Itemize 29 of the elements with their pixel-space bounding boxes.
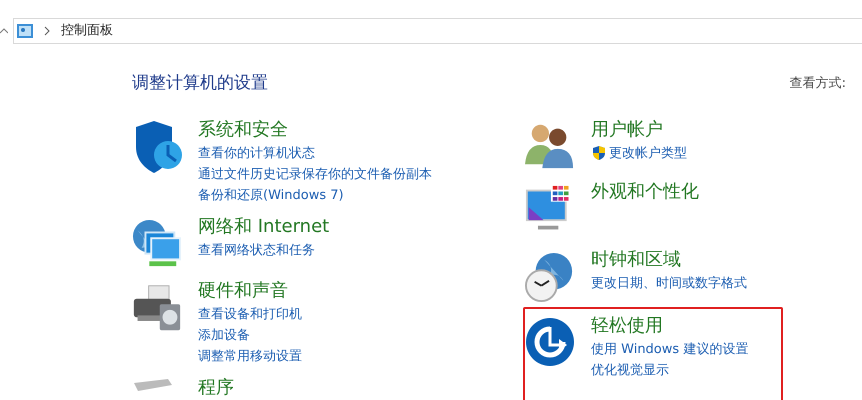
category-link[interactable]: 网络和 Internet [198, 214, 330, 240]
page-heading: 调整计算机的设置 [132, 72, 268, 95]
task-link[interactable]: 优化视觉显示 [591, 360, 669, 380]
up-caret-icon[interactable] [0, 27, 8, 35]
globe-clock-icon [525, 250, 575, 302]
chevron-right-icon [43, 26, 51, 36]
control-panel-icon [17, 24, 33, 38]
view-by-label: 查看方式: [790, 75, 846, 93]
accessibility-icon [525, 316, 575, 366]
category-link[interactable]: 硬件和声音 [198, 278, 302, 304]
category-link[interactable]: 外观和个性化 [591, 178, 699, 204]
task-link[interactable]: 通过文件历史记录保存你的文件备份副本 [198, 164, 432, 184]
task-link[interactable]: 备份和还原(Windows 7) [198, 184, 344, 206]
task-link[interactable]: 更改日期、时间或数字格式 [591, 272, 747, 294]
shield-icon [591, 145, 607, 161]
category-link[interactable]: 轻松使用 [591, 312, 748, 338]
breadcrumb[interactable]: 控制面板 [61, 21, 113, 41]
category-link[interactable]: 系统和安全 [198, 116, 432, 142]
category-link[interactable]: 时钟和区域 [591, 246, 747, 272]
task-link[interactable]: 查看你的计算机状态 [198, 142, 315, 164]
task-link[interactable]: 查看网络状态和任务 [198, 240, 315, 260]
task-link[interactable]: 添加设备 [198, 324, 250, 346]
category-link[interactable]: 用户帐户 [591, 116, 687, 142]
task-link[interactable]: 查看设备和打印机 [198, 304, 302, 324]
category-link[interactable]: 程序 [198, 374, 234, 400]
address-bar[interactable]: 控制面板 [13, 18, 862, 44]
task-link[interactable]: 调整常用移动设置 [198, 346, 302, 366]
task-link[interactable]: 使用 Windows 建议的设置 [591, 338, 748, 360]
task-link[interactable]: 更改帐户类型 [609, 142, 687, 164]
